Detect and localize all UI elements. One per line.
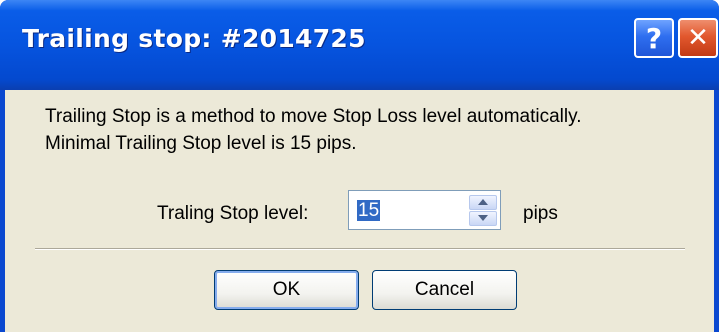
trailing-stop-level-input[interactable]: 15 <box>357 200 381 221</box>
description: Trailing Stop is a method to move Stop L… <box>45 103 581 157</box>
description-line-2: Minimal Trailing Stop level is 15 pips. <box>45 133 357 154</box>
spin-down-button[interactable] <box>469 210 497 226</box>
close-button[interactable]: ✕ <box>678 18 718 58</box>
close-icon: ✕ <box>687 23 709 53</box>
trailing-stop-level-label: Traling Stop level: <box>157 203 309 224</box>
spin-buttons <box>469 194 497 226</box>
spin-up-icon <box>478 199 488 205</box>
spin-up-button[interactable] <box>469 194 497 210</box>
cancel-button[interactable]: Cancel <box>372 270 517 310</box>
title-bar[interactable]: Trailing stop: #2014725 ? ✕ <box>0 0 719 90</box>
trailing-stop-dialog: Trailing stop: #2014725 ? ✕ Trailing Sto… <box>0 0 719 332</box>
ok-button[interactable]: OK <box>214 270 359 310</box>
dialog-body: Trailing Stop is a method to move Stop L… <box>5 90 714 332</box>
help-icon: ? <box>645 21 663 55</box>
description-line-1: Trailing Stop is a method to move Stop L… <box>45 106 582 127</box>
help-button[interactable]: ? <box>634 18 674 58</box>
window-title: Trailing stop: #2014725 <box>22 24 366 53</box>
pips-unit-label: pips <box>523 203 558 224</box>
spin-down-icon <box>478 215 488 221</box>
trailing-stop-level-spinbox[interactable]: 15 <box>348 190 501 230</box>
divider <box>35 248 685 250</box>
